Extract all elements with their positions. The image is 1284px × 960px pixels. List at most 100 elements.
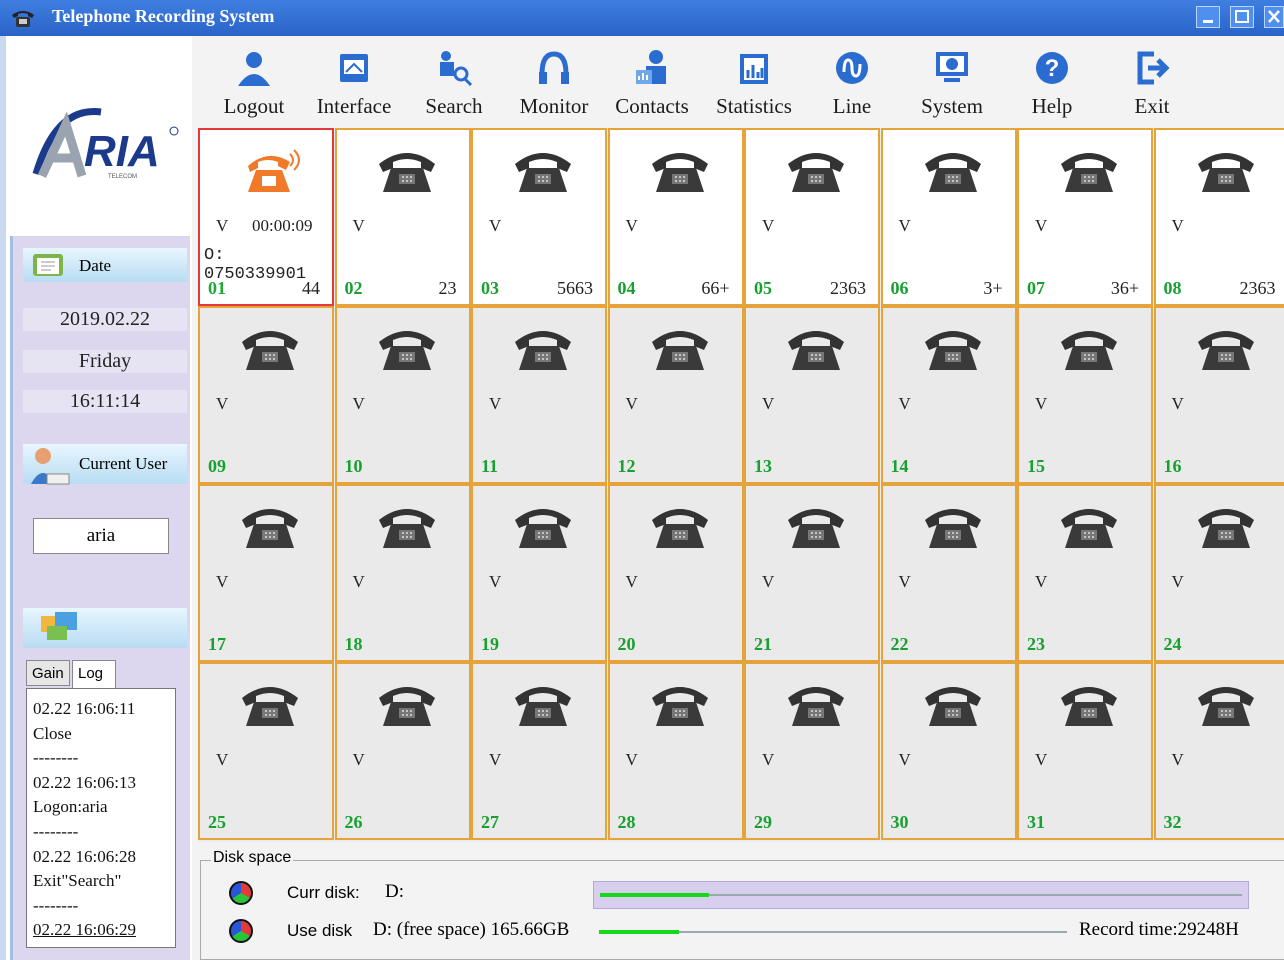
- channel-id: 02: [344, 278, 363, 298]
- channel-cell-19[interactable]: V 19: [471, 484, 607, 662]
- channel-cell-13[interactable]: V 13: [744, 306, 880, 484]
- log-line: Logon:aria: [33, 797, 108, 817]
- channel-id: 29: [754, 812, 772, 832]
- close-button[interactable]: [1264, 6, 1284, 28]
- date-label: Date: [79, 256, 112, 275]
- svg-text:?: ?: [1045, 55, 1060, 82]
- title-bar: Telephone Recording System: [0, 0, 1284, 36]
- channel-cell-10[interactable]: V 10: [334, 306, 471, 484]
- telephone-icon: [788, 153, 844, 192]
- maximize-button[interactable]: [1230, 6, 1254, 28]
- channel-cell-04[interactable]: V 04 66+: [607, 128, 744, 306]
- channel-id: 15: [1027, 456, 1045, 476]
- current-user-field[interactable]: aria: [33, 518, 169, 554]
- channel-id: 16: [1163, 456, 1182, 476]
- toolbar-button-system[interactable]: System: [904, 42, 1000, 126]
- channel-cell-03[interactable]: V 03 5663: [471, 128, 607, 306]
- telephone-icon: [1061, 153, 1117, 192]
- channel-cell-18[interactable]: V 18: [334, 484, 471, 662]
- channel-mark: V: [216, 572, 229, 591]
- channel-cell-32[interactable]: V 32: [1153, 662, 1284, 840]
- close-icon: [1268, 10, 1280, 23]
- aria-logo: RIA TELECOM: [32, 108, 179, 180]
- tab-log[interactable]: Log: [72, 660, 116, 688]
- telephone-icon: [651, 509, 708, 548]
- channel-cell-05[interactable]: V 05 2363: [744, 128, 880, 306]
- contacts-icon: [636, 50, 666, 84]
- channel-mark: V: [625, 572, 638, 591]
- channel-cell-28[interactable]: V 28: [607, 662, 744, 840]
- log-line: Exit"Search": [33, 871, 122, 891]
- svg-text:TELECOM: TELECOM: [108, 174, 137, 180]
- channel-cell-08[interactable]: V 08 2363: [1153, 128, 1284, 306]
- channel-mark: V: [625, 750, 638, 769]
- channel-cell-06[interactable]: V 06 3+: [880, 128, 1017, 306]
- current-user-label: Current User: [79, 454, 168, 473]
- channel-id: 03: [481, 278, 499, 298]
- channel-cell-15[interactable]: V 15: [1017, 306, 1153, 484]
- channel-cell-23[interactable]: V 23: [1017, 484, 1153, 662]
- channel-id: 26: [344, 812, 363, 832]
- toolbar-button-help[interactable]: ? Help: [1004, 42, 1100, 126]
- channel-cell-11[interactable]: V 11: [471, 306, 607, 484]
- channel-cell-09[interactable]: V 09: [198, 306, 334, 484]
- toolbar-label: Contacts: [615, 94, 689, 118]
- telephone-icon: [924, 153, 981, 192]
- channel-mark: V: [216, 216, 229, 235]
- channel-cell-24[interactable]: V 24: [1153, 484, 1284, 662]
- toolbar-button-statistics[interactable]: Statistics: [706, 42, 802, 126]
- channel-cell-27[interactable]: V 27: [471, 662, 607, 840]
- channel-id: 28: [617, 812, 636, 832]
- log-line: --------: [33, 895, 79, 915]
- channel-mark: V: [762, 394, 775, 413]
- channel-cell-02[interactable]: V 02 23: [334, 128, 471, 306]
- toolbar-button-interface[interactable]: Interface: [306, 42, 402, 126]
- toolbar-button-exit[interactable]: Exit: [1104, 42, 1200, 126]
- channel-mark: V: [1035, 394, 1048, 413]
- log-line: Close: [33, 723, 72, 743]
- log-line: --------: [33, 748, 79, 768]
- telephone-icon: [515, 331, 571, 370]
- minimize-button[interactable]: [1196, 6, 1220, 28]
- channel-cell-12[interactable]: V 12: [607, 306, 744, 484]
- toolbar-label: Line: [832, 94, 872, 118]
- telephone-icon: [1197, 509, 1254, 548]
- channel-mark: V: [898, 394, 911, 413]
- channel-cell-16[interactable]: V 16: [1153, 306, 1284, 484]
- toolbar-button-logout[interactable]: Logout: [206, 42, 302, 126]
- toolbar-button-line[interactable]: Line: [804, 42, 900, 126]
- channel-cell-17[interactable]: V 17: [198, 484, 334, 662]
- channel-cell-22[interactable]: V 22: [880, 484, 1017, 662]
- system-icon: [936, 52, 968, 82]
- log-list[interactable]: 02.22 16:06:11 Close -------- 02.22 16:0…: [26, 688, 176, 948]
- channel-mark: V: [1171, 216, 1184, 235]
- channel-cell-30[interactable]: V 30: [880, 662, 1017, 840]
- channel-cell-21[interactable]: V 21: [744, 484, 880, 662]
- channel-cell-29[interactable]: V 29: [744, 662, 880, 840]
- channel-cell-25[interactable]: V 25: [198, 662, 334, 840]
- curr-disk-value: D:: [385, 881, 404, 902]
- toolbar-button-search[interactable]: Search: [406, 42, 502, 126]
- telephone-icon: [378, 509, 435, 548]
- telephone-icon: [651, 153, 708, 192]
- channel-id: 09: [208, 456, 226, 476]
- channel-cell-14[interactable]: V 14: [880, 306, 1017, 484]
- channel-grid: V 00:00:09 O: 0750339901 01 44 V 02 23 V 03 5663 V 0…: [198, 128, 1284, 842]
- telephone-icon: [515, 687, 571, 726]
- line-icon: [836, 52, 868, 84]
- headphones-icon: [539, 51, 569, 84]
- channel-cell-31[interactable]: V 31: [1017, 662, 1153, 840]
- channel-id: 06: [890, 278, 909, 298]
- channel-cell-07[interactable]: V 07 36+: [1017, 128, 1153, 306]
- channel-cell-20[interactable]: V 20: [607, 484, 744, 662]
- toolbar-button-contacts[interactable]: Contacts: [604, 42, 700, 126]
- channel-id: 05: [754, 278, 772, 298]
- help-icon: ?: [1036, 52, 1068, 84]
- toolbar-button-monitor[interactable]: Monitor: [506, 42, 602, 126]
- channel-mark: V: [898, 750, 911, 769]
- window-title: Telephone Recording System: [52, 6, 275, 26]
- channel-id: 01: [208, 278, 226, 298]
- channel-cell-01[interactable]: V 00:00:09 O: 0750339901 01 44: [198, 128, 334, 306]
- tab-gain[interactable]: Gain: [26, 660, 70, 686]
- channel-cell-26[interactable]: V 26: [334, 662, 471, 840]
